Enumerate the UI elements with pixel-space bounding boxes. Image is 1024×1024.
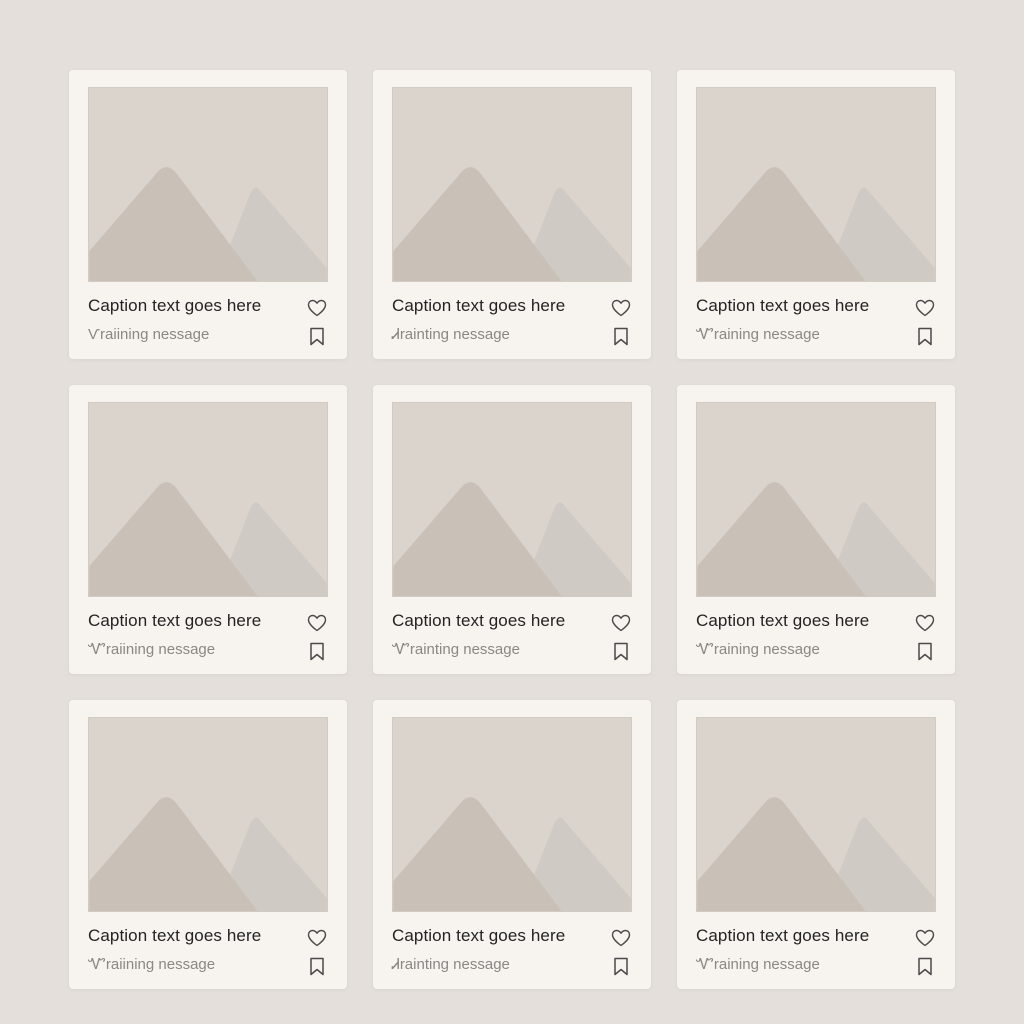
image-placeholder bbox=[88, 717, 328, 912]
card-caption: Caption text goes here bbox=[88, 926, 262, 945]
image-card[interactable]: Caption text goes here Ꮙraiining nessage bbox=[69, 700, 347, 989]
image-card[interactable]: Caption text goes here Ꮙrainting nessage bbox=[373, 385, 651, 674]
bookmark-icon[interactable] bbox=[913, 954, 937, 978]
card-caption: Caption text goes here bbox=[392, 611, 566, 630]
heart-icon[interactable] bbox=[609, 611, 633, 635]
image-placeholder bbox=[88, 402, 328, 597]
heart-icon[interactable] bbox=[305, 611, 329, 635]
image-placeholder-icon bbox=[89, 167, 327, 281]
card-subtext: Ꮙraiining nessage bbox=[88, 641, 216, 658]
page: { "colors": { "page_background": "#e4dfd… bbox=[0, 0, 1024, 1024]
bookmark-icon[interactable] bbox=[305, 639, 329, 663]
bookmark-icon[interactable] bbox=[609, 639, 633, 663]
image-placeholder bbox=[392, 402, 632, 597]
card-caption: Caption text goes here bbox=[696, 926, 870, 945]
card-subtext: Ꮙraining nessage bbox=[696, 326, 820, 343]
card-subtext: Ꮙraining nessage bbox=[696, 956, 820, 973]
card-grid: Caption text goes here Ѵraiining nessage… bbox=[69, 70, 955, 989]
image-placeholder-icon bbox=[697, 482, 935, 596]
card-caption: Caption text goes here bbox=[88, 296, 262, 315]
bookmark-icon[interactable] bbox=[609, 324, 633, 348]
bookmark-icon[interactable] bbox=[609, 954, 633, 978]
heart-icon[interactable] bbox=[913, 926, 937, 950]
image-placeholder-icon bbox=[393, 167, 631, 281]
card-subtext: Ꮧrainting nessage bbox=[392, 956, 510, 973]
image-card[interactable]: Caption text goes here Ꮧrainting nessage bbox=[373, 700, 651, 989]
card-caption: Caption text goes here bbox=[392, 296, 566, 315]
image-placeholder-icon bbox=[697, 797, 935, 911]
image-placeholder bbox=[696, 87, 936, 282]
bookmark-icon[interactable] bbox=[913, 639, 937, 663]
image-card[interactable]: Caption text goes here Ꮙraining nessage bbox=[677, 385, 955, 674]
image-placeholder bbox=[696, 402, 936, 597]
image-placeholder bbox=[392, 717, 632, 912]
card-caption: Caption text goes here bbox=[696, 296, 870, 315]
card-subtext: Ꮙrainting nessage bbox=[392, 641, 520, 658]
image-placeholder-icon bbox=[393, 797, 631, 911]
card-subtext: Ꮙraining nessage bbox=[696, 641, 820, 658]
image-placeholder-icon bbox=[89, 482, 327, 596]
bookmark-icon[interactable] bbox=[913, 324, 937, 348]
card-subtext: Ꮧrainting nessage bbox=[392, 326, 510, 343]
bookmark-icon[interactable] bbox=[305, 954, 329, 978]
image-card[interactable]: Caption text goes here Ꮙraining nessage bbox=[677, 70, 955, 359]
image-card[interactable]: Caption text goes here Ѵraiining nessage bbox=[69, 70, 347, 359]
image-card[interactable]: Caption text goes here Ꮙraiining nessage bbox=[69, 385, 347, 674]
heart-icon[interactable] bbox=[609, 296, 633, 320]
bookmark-icon[interactable] bbox=[305, 324, 329, 348]
image-placeholder bbox=[696, 717, 936, 912]
card-subtext: Ꮙraiining nessage bbox=[88, 956, 216, 973]
image-placeholder-icon bbox=[393, 482, 631, 596]
image-card[interactable]: Caption text goes here Ꮙraining nessage bbox=[677, 700, 955, 989]
heart-icon[interactable] bbox=[609, 926, 633, 950]
image-placeholder bbox=[392, 87, 632, 282]
card-caption: Caption text goes here bbox=[696, 611, 870, 630]
card-caption: Caption text goes here bbox=[88, 611, 262, 630]
image-placeholder-icon bbox=[697, 167, 935, 281]
card-caption: Caption text goes here bbox=[392, 926, 566, 945]
heart-icon[interactable] bbox=[305, 926, 329, 950]
heart-icon[interactable] bbox=[913, 296, 937, 320]
image-placeholder bbox=[88, 87, 328, 282]
heart-icon[interactable] bbox=[305, 296, 329, 320]
heart-icon[interactable] bbox=[913, 611, 937, 635]
image-card[interactable]: Caption text goes here Ꮧrainting nessage bbox=[373, 70, 651, 359]
image-placeholder-icon bbox=[89, 797, 327, 911]
card-subtext: Ѵraiining nessage bbox=[88, 326, 210, 343]
